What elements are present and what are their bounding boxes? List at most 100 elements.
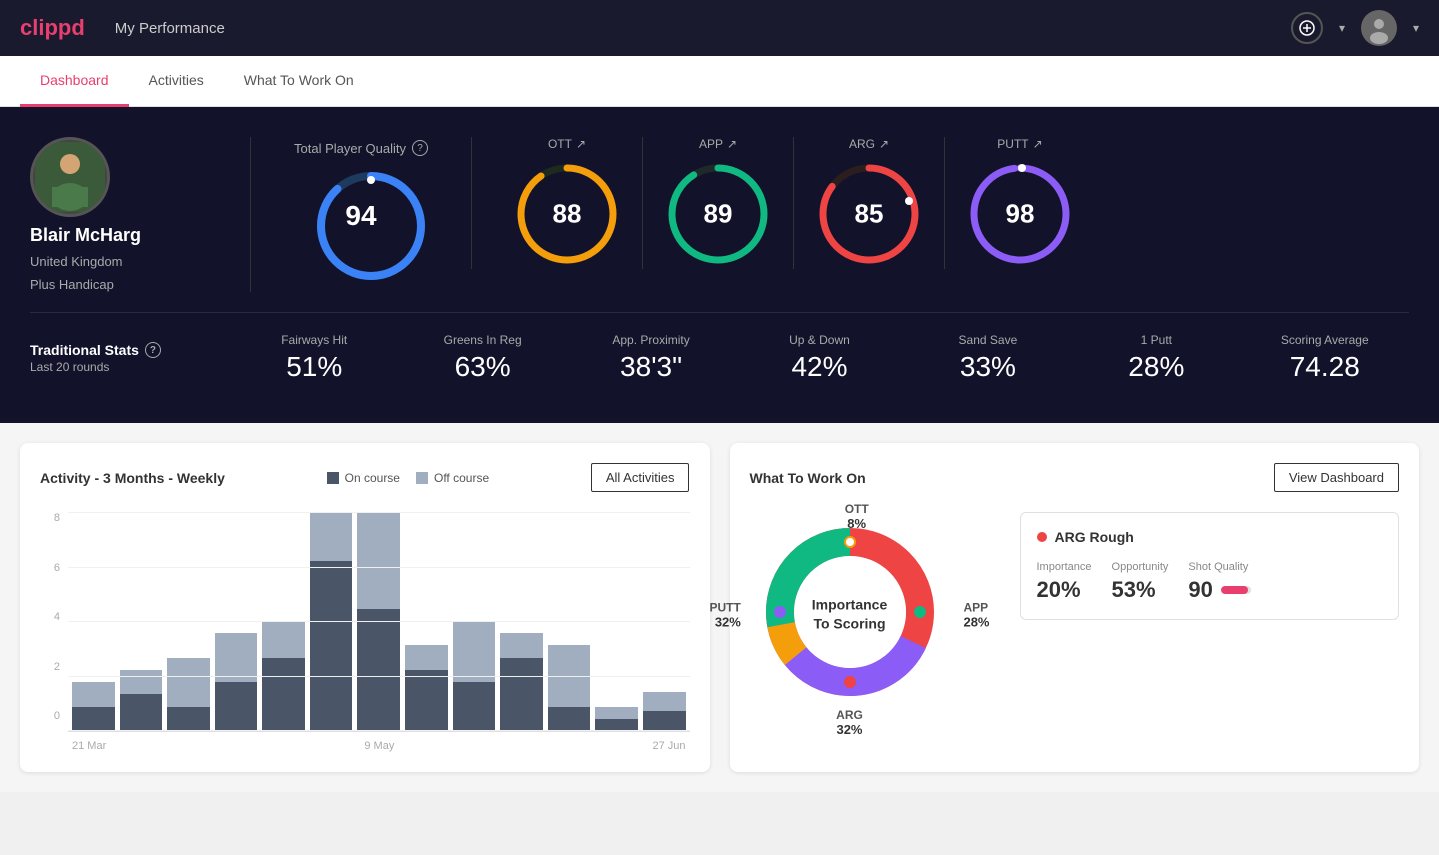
bar-on-6 <box>357 609 400 731</box>
y-label-4: 4 <box>54 611 60 623</box>
stats-row: Traditional Stats ? Last 20 rounds Fairw… <box>30 312 1409 393</box>
total-quality: Total Player Quality ? 94 <box>271 140 451 266</box>
bar-group-4 <box>262 512 305 731</box>
stat-proximity: App. Proximity 38'3" <box>567 333 735 383</box>
wtwo-title: What To Work On <box>750 470 866 486</box>
app-circle: 89 <box>663 159 773 269</box>
bar-on-8 <box>453 682 496 731</box>
bar-on-0 <box>72 707 115 731</box>
total-quality-label: Total Player Quality ? <box>294 140 428 156</box>
score-app: APP ↗ 89 <box>643 137 794 269</box>
score-ott: OTT ↗ 88 <box>492 137 643 269</box>
bar-on-5 <box>310 561 353 731</box>
player-info: Blair McHarg United Kingdom Plus Handica… <box>30 137 230 292</box>
arg-value: 85 <box>855 199 884 230</box>
donut-label-ott: OTT 8% <box>845 502 869 531</box>
bar-off-1 <box>120 670 163 694</box>
donut-label-app: APP 28% <box>963 600 989 629</box>
bar-on-7 <box>405 670 448 731</box>
player-handicap: Plus Handicap <box>30 277 114 292</box>
x-label-mar: 21 Mar <box>72 740 106 752</box>
donut-label-putt: PUTT 32% <box>710 600 741 629</box>
y-label-2: 2 <box>54 661 60 673</box>
add-button[interactable] <box>1291 12 1323 44</box>
bar-group-7 <box>405 512 448 731</box>
bar-off-12 <box>643 692 686 712</box>
stat-1putt-label: 1 Putt <box>1141 333 1172 347</box>
bar-off-10 <box>548 645 591 706</box>
bar-group-6 <box>357 512 400 731</box>
detail-card-title: ARG Rough <box>1037 529 1383 545</box>
view-dashboard-button[interactable]: View Dashboard <box>1274 463 1399 492</box>
stats-info[interactable]: ? <box>145 342 161 358</box>
tab-what-to-work-on[interactable]: What To Work On <box>224 56 374 107</box>
total-quality-value: 94 <box>345 200 376 232</box>
bar-off-6 <box>357 512 400 609</box>
detail-shot-quality-value: 90 <box>1188 577 1212 603</box>
tab-bar: Dashboard Activities What To Work On <box>0 56 1439 107</box>
total-quality-info[interactable]: ? <box>412 140 428 156</box>
bottom-section: Activity - 3 Months - Weekly On course O… <box>0 423 1439 792</box>
tab-activities[interactable]: Activities <box>129 56 224 107</box>
stat-greens-label: Greens In Reg <box>444 333 522 347</box>
putt-value: 98 <box>1006 199 1035 230</box>
bar-off-9 <box>500 633 543 657</box>
chart-wrapper: 8 6 4 2 0 <box>40 512 690 752</box>
legend-on-course: On course <box>327 471 400 485</box>
bar-on-3 <box>215 682 258 731</box>
ott-arrow: ↗ <box>576 137 586 151</box>
activity-card-header: Activity - 3 Months - Weekly On course O… <box>40 463 690 492</box>
chart-x-labels: 21 Mar 9 May 27 Jun <box>68 740 690 752</box>
player-row: Blair McHarg United Kingdom Plus Handica… <box>30 137 1409 292</box>
donut-wrapper: OTT 8% APP 28% ARG 32% PUTT 32% <box>750 512 950 717</box>
stat-1putt: 1 Putt 28% <box>1072 333 1240 383</box>
detail-title-dot <box>1037 532 1047 542</box>
arg-circle: 85 <box>814 159 924 269</box>
detail-importance: Importance 20% <box>1037 561 1092 603</box>
shot-quality-bar-fill <box>1221 586 1248 594</box>
bar-on-1 <box>120 694 163 731</box>
bar-off-3 <box>215 633 258 682</box>
avatar-button[interactable] <box>1361 10 1397 46</box>
logo: clippd <box>20 15 85 41</box>
y-label-8: 8 <box>54 512 60 524</box>
scores-divider <box>471 137 472 269</box>
bar-group-2 <box>167 512 210 731</box>
tab-dashboard[interactable]: Dashboard <box>20 56 129 107</box>
bar-off-5 <box>310 512 353 561</box>
app-value: 89 <box>704 199 733 230</box>
score-putt: PUTT ↗ 98 <box>945 137 1095 269</box>
bar-group-5 <box>310 512 353 731</box>
header-actions: ▾ ▾ <box>1291 10 1419 46</box>
scores-section: Total Player Quality ? 94 OTT ↗ <box>271 137 1409 269</box>
bar-group-1 <box>120 512 163 731</box>
stat-updown-label: Up & Down <box>789 333 850 347</box>
detail-opportunity-value: 53% <box>1112 577 1169 603</box>
ott-label: OTT ↗ <box>548 137 586 151</box>
wtwo-header: What To Work On View Dashboard <box>750 463 1400 492</box>
all-activities-button[interactable]: All Activities <box>591 463 690 492</box>
stat-fairways: Fairways Hit 51% <box>230 333 398 383</box>
stat-updown: Up & Down 42% <box>735 333 903 383</box>
detail-section: ARG Rough Importance 20% Opportunity 53%… <box>1020 512 1400 620</box>
app-label: APP ↗ <box>699 137 737 151</box>
activity-card: Activity - 3 Months - Weekly On course O… <box>20 443 710 772</box>
x-label-jun: 27 Jun <box>652 740 685 752</box>
donut-label-arg: ARG 32% <box>836 708 863 737</box>
bar-on-4 <box>262 658 305 731</box>
bar-group-3 <box>215 512 258 731</box>
donut-svg <box>750 512 950 712</box>
ott-circle: 88 <box>512 159 622 269</box>
avatar <box>30 137 110 217</box>
detail-card: ARG Rough Importance 20% Opportunity 53%… <box>1020 512 1400 620</box>
stat-proximity-value: 38'3" <box>620 351 682 383</box>
score-arg: ARG ↗ 85 <box>794 137 945 269</box>
stat-sandsave-label: Sand Save <box>959 333 1018 347</box>
chart-bars-container <box>68 512 690 731</box>
bar-off-0 <box>72 682 115 706</box>
bar-group-12 <box>643 512 686 731</box>
player-name: Blair McHarg <box>30 225 141 246</box>
bar-on-9 <box>500 658 543 731</box>
legend-off-dot <box>416 472 428 484</box>
bar-group-9 <box>500 512 543 731</box>
